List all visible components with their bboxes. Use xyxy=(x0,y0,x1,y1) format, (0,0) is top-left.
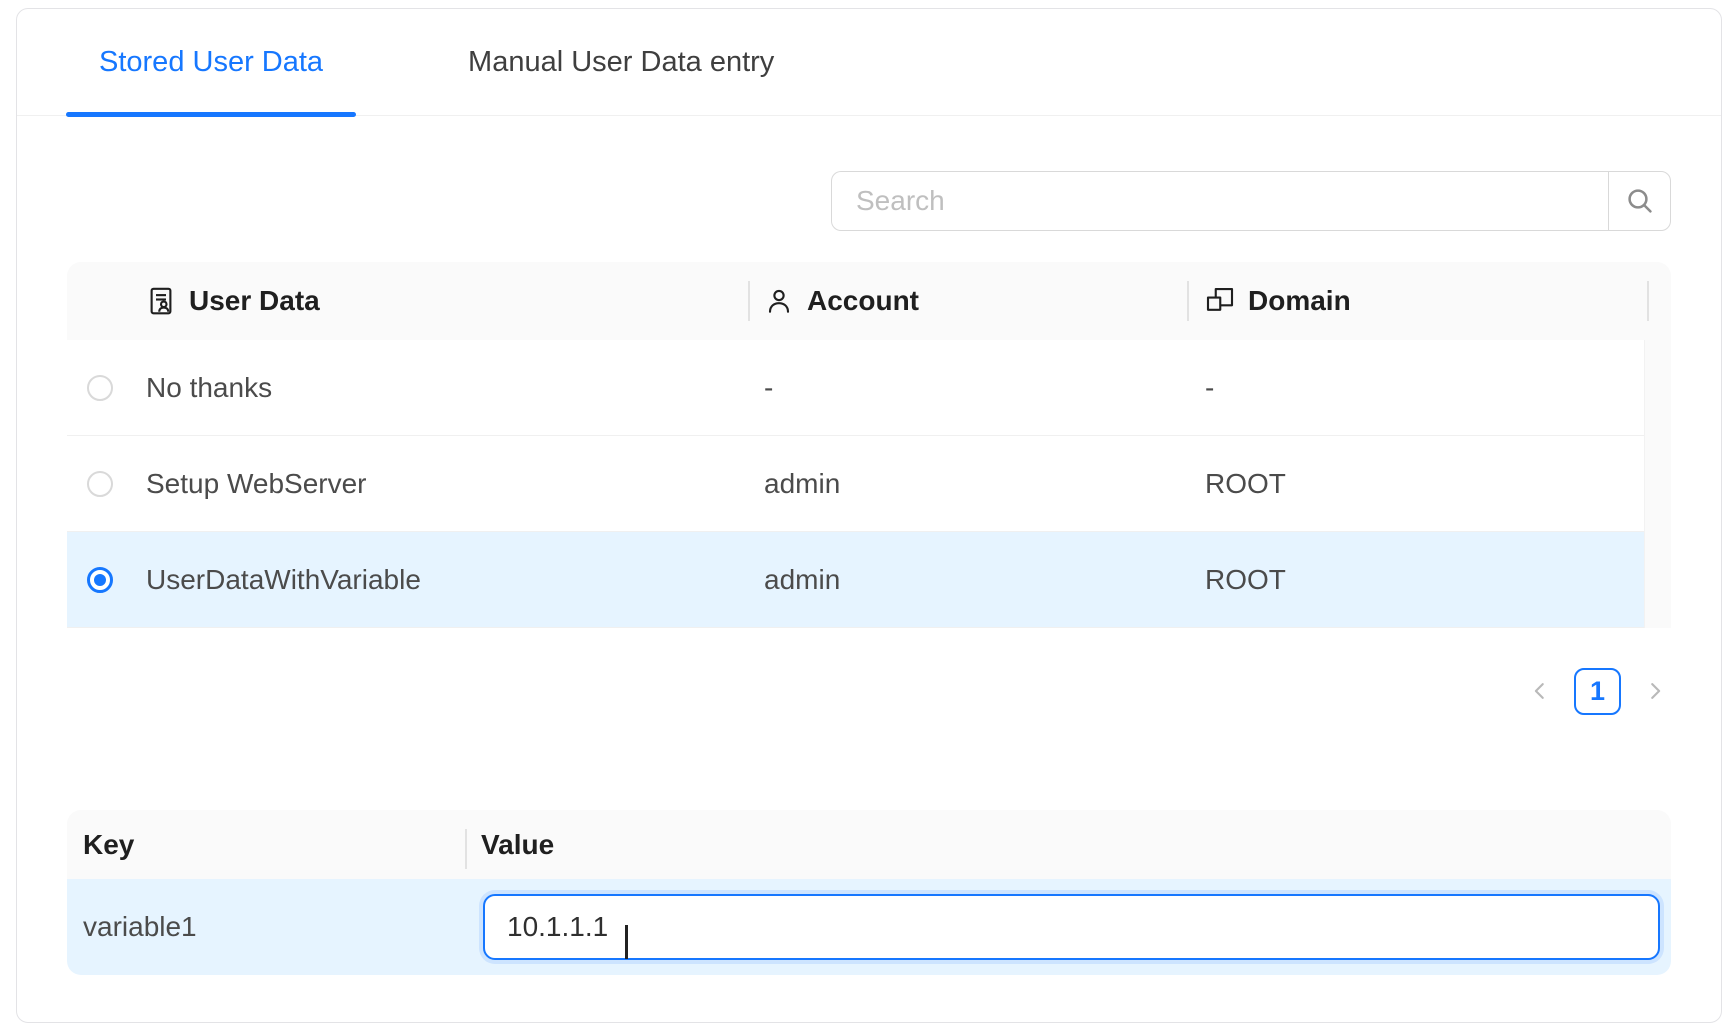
key-value-header: Key Value xyxy=(67,810,1671,879)
tab-bar: Stored User Data Manual User Data entry xyxy=(17,9,1721,116)
variable-key: variable1 xyxy=(67,911,465,943)
variable-value-cell xyxy=(465,894,1674,960)
domain-cell: ROOT xyxy=(1187,564,1647,596)
person-icon xyxy=(764,286,794,316)
user-data-name: UserDataWithVariable xyxy=(146,564,421,596)
search-icon xyxy=(1624,185,1656,217)
user-data-dialog: Stored User Data Manual User Data entry xyxy=(16,8,1722,1023)
user-data-table: User Data Account xyxy=(67,262,1671,628)
table-scrollbar-gutter[interactable] xyxy=(1644,340,1671,628)
search-input[interactable] xyxy=(831,171,1608,231)
table-row[interactable]: Setup WebServer admin ROOT xyxy=(67,436,1671,532)
column-header-domain: Domain xyxy=(1187,262,1647,340)
table-row-selected[interactable]: UserDataWithVariable admin ROOT xyxy=(67,532,1671,628)
key-value-table: Key Value variable1 xyxy=(67,810,1671,975)
user-data-name: No thanks xyxy=(146,372,272,404)
previous-page-button[interactable] xyxy=(1524,667,1556,715)
table-row[interactable]: No thanks - - xyxy=(67,340,1671,436)
domain-cell: ROOT xyxy=(1187,468,1647,500)
user-data-document-icon xyxy=(146,286,176,316)
row-radio-button[interactable] xyxy=(87,471,113,497)
table-header: User Data Account xyxy=(67,262,1671,340)
chevron-left-icon xyxy=(1529,680,1551,702)
column-header-label: Account xyxy=(807,285,919,317)
tab-manual-user-data-entry[interactable]: Manual User Data entry xyxy=(435,9,807,115)
variable-value-input[interactable] xyxy=(483,894,1660,960)
column-header-key: Key xyxy=(67,810,465,879)
tab-label: Manual User Data entry xyxy=(468,46,774,79)
tab-panel-stored-user-data: User Data Account xyxy=(17,171,1721,975)
column-header-user-data: User Data xyxy=(67,262,748,340)
domain-cell: - xyxy=(1187,372,1647,404)
account-cell: - xyxy=(748,372,1187,404)
overlapping-squares-icon xyxy=(1205,286,1235,316)
column-header-gutter xyxy=(1647,262,1674,340)
account-cell: admin xyxy=(748,564,1187,596)
tab-stored-user-data[interactable]: Stored User Data xyxy=(66,9,356,115)
account-cell: admin xyxy=(748,468,1187,500)
next-page-button[interactable] xyxy=(1639,667,1671,715)
user-data-cell: No thanks xyxy=(67,372,748,404)
user-data-cell: Setup WebServer xyxy=(67,468,748,500)
chevron-right-icon xyxy=(1644,680,1666,702)
search-row xyxy=(67,171,1671,231)
text-caret xyxy=(625,925,628,959)
page-number-button[interactable]: 1 xyxy=(1574,668,1621,715)
row-radio-button-checked[interactable] xyxy=(87,567,113,593)
user-data-name: Setup WebServer xyxy=(146,468,367,500)
key-value-row: variable1 xyxy=(67,879,1671,975)
tab-label: Stored User Data xyxy=(99,46,323,79)
user-data-cell: UserDataWithVariable xyxy=(67,564,748,596)
search-button[interactable] xyxy=(1608,171,1671,231)
row-radio-button[interactable] xyxy=(87,375,113,401)
column-header-label: Domain xyxy=(1248,285,1351,317)
column-header-account: Account xyxy=(748,262,1187,340)
pagination: 1 xyxy=(67,667,1671,715)
column-header-value: Value xyxy=(465,810,1674,879)
search-box xyxy=(831,171,1671,231)
column-header-label: User Data xyxy=(189,285,320,317)
